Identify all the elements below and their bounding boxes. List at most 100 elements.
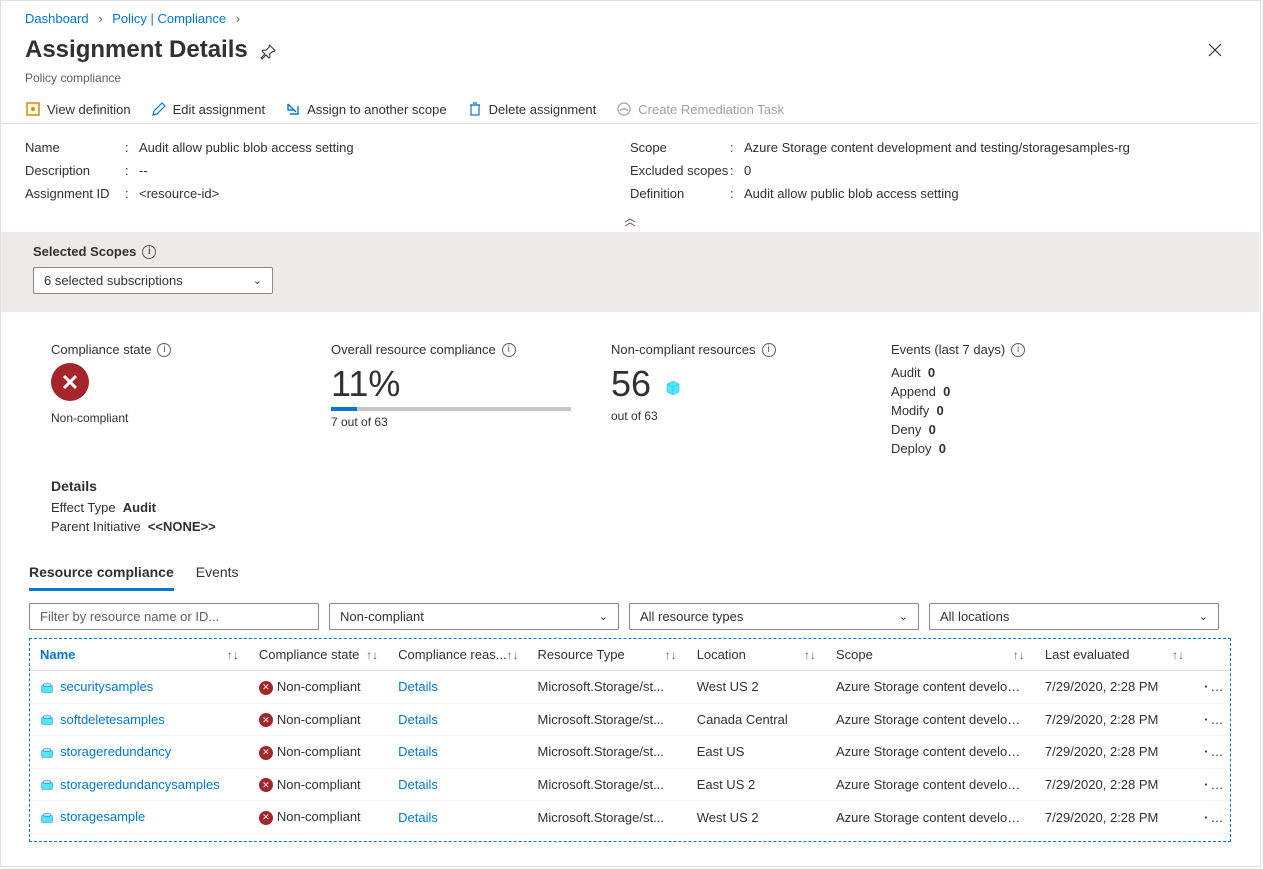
assign-scope-button[interactable]: Assign to another scope: [285, 101, 446, 117]
col-last-evaluated[interactable]: Last evaluated↑↓: [1035, 639, 1194, 670]
properties-grid: Name:Audit allow public blob access sett…: [1, 124, 1259, 213]
page-subtitle: Policy compliance: [1, 71, 1259, 95]
compliance-progress-bar: [331, 407, 571, 411]
label-excluded-scopes: Excluded scopes: [630, 163, 730, 178]
details-link[interactable]: Details: [398, 777, 438, 792]
cell-resource-type: Microsoft.Storage/st...: [527, 769, 686, 800]
col-name[interactable]: Name↑↓: [30, 639, 249, 670]
details-link[interactable]: Details: [398, 679, 438, 694]
value-assignment-id: <resource-id>: [139, 186, 630, 201]
value-scope: Azure Storage content development and te…: [744, 140, 1235, 155]
table-row[interactable]: storageredundancy✕Non-compliantDetailsMi…: [30, 736, 1230, 769]
value-name: Audit allow public blob access setting: [139, 140, 630, 155]
filter-compliance-state[interactable]: Non-compliant⌄: [329, 603, 619, 630]
collapse-toggle[interactable]: [1, 213, 1259, 232]
page-title: Assignment Details: [25, 36, 248, 64]
sort-icon: ↑↓: [227, 648, 239, 662]
row-menu-button[interactable]: ···: [1194, 736, 1230, 767]
details-section: Details Effect Type Audit Parent Initiat…: [1, 468, 1259, 556]
filter-name-input[interactable]: Filter by resource name or ID...: [29, 603, 319, 630]
col-compliance-reason[interactable]: Compliance reas...↑↓: [388, 639, 527, 670]
delete-assignment-button[interactable]: Delete assignment: [467, 101, 597, 117]
create-remediation-button: Create Remediation Task: [616, 101, 784, 117]
storage-icon: [40, 681, 54, 695]
row-menu-button[interactable]: ···: [1194, 671, 1230, 702]
cell-last-evaluated: 7/29/2020, 2:28 PM: [1035, 802, 1194, 833]
col-actions: [1194, 647, 1230, 663]
details-link[interactable]: Details: [398, 712, 438, 727]
non-compliant-sub: out of 63: [611, 409, 871, 423]
storage-icon: [40, 713, 54, 727]
definition-icon: [25, 101, 41, 117]
col-location[interactable]: Location↑↓: [687, 639, 826, 670]
tab-events[interactable]: Events: [196, 556, 239, 591]
filters-row: Filter by resource name or ID... Non-com…: [1, 591, 1259, 638]
table-row[interactable]: storageredundancysamples✕Non-compliantDe…: [30, 769, 1230, 802]
sort-icon: ↑↓: [1013, 648, 1025, 662]
col-compliance-state[interactable]: Compliance state↑↓: [249, 639, 388, 670]
row-menu-button[interactable]: ···: [1194, 704, 1230, 735]
remediation-icon: [616, 101, 632, 117]
cell-location: East US 2: [687, 769, 826, 800]
cell-last-evaluated: 7/29/2020, 2:28 PM: [1035, 736, 1194, 767]
sort-icon: ↑↓: [665, 648, 677, 662]
details-link[interactable]: Details: [398, 744, 438, 759]
resource-link[interactable]: storagesample: [60, 809, 145, 824]
pin-icon[interactable]: [260, 44, 276, 63]
col-scope[interactable]: Scope↑↓: [826, 639, 1035, 670]
cell-scope: Azure Storage content developme...: [826, 671, 1035, 702]
cell-location: West US 2: [687, 671, 826, 702]
info-icon[interactable]: i: [762, 343, 776, 357]
non-compliant-icon: ✕: [259, 713, 273, 727]
row-menu-button[interactable]: ···: [1194, 802, 1230, 833]
non-compliant-icon: ✕: [259, 746, 273, 760]
sort-icon: ↑↓: [366, 648, 378, 662]
info-icon[interactable]: i: [157, 343, 171, 357]
cell-last-evaluated: 7/29/2020, 2:28 PM: [1035, 704, 1194, 735]
label-name: Name: [25, 140, 125, 155]
table-row[interactable]: storagesample✕Non-compliantDetailsMicros…: [30, 801, 1230, 834]
label-description: Description: [25, 163, 125, 178]
label-definition: Definition: [630, 186, 730, 201]
sort-icon: ↑↓: [804, 648, 816, 662]
resource-link[interactable]: storageredundancy: [60, 744, 171, 759]
label-scope: Scope: [630, 140, 730, 155]
pencil-icon: [151, 101, 167, 117]
non-compliant-icon: ✕: [259, 778, 273, 792]
view-definition-button[interactable]: View definition: [25, 101, 131, 117]
resources-table: Name↑↓ Compliance state↑↓ Compliance rea…: [29, 638, 1231, 842]
non-compliant-count: 56: [611, 363, 651, 404]
events-stat: Events (last 7 days)i Audit 0 Append 0 M…: [891, 342, 1025, 458]
close-button[interactable]: [1201, 36, 1229, 67]
row-menu-button[interactable]: ···: [1194, 769, 1230, 800]
compliance-state-value: Non-compliant: [51, 411, 311, 425]
overall-compliance-stat: Overall resource compliancei 11% 7 out o…: [331, 342, 591, 458]
info-icon[interactable]: i: [1011, 343, 1025, 357]
breadcrumb-dashboard[interactable]: Dashboard: [25, 11, 89, 26]
selected-scopes-section: Selected Scopes i 6 selected subscriptio…: [1, 232, 1259, 312]
edit-assignment-button[interactable]: Edit assignment: [151, 101, 266, 117]
resource-link[interactable]: securitysamples: [60, 679, 153, 694]
details-link[interactable]: Details: [398, 810, 438, 825]
info-icon[interactable]: i: [142, 245, 156, 259]
cell-resource-type: Microsoft.Storage/st...: [527, 671, 686, 702]
value-definition: Audit allow public blob access setting: [744, 186, 1235, 201]
table-row[interactable]: securitysamples✕Non-compliantDetailsMicr…: [30, 671, 1230, 704]
storage-icon: [40, 746, 54, 760]
info-icon[interactable]: i: [502, 343, 516, 357]
trash-icon: [467, 101, 483, 117]
breadcrumb-policy-compliance[interactable]: Policy | Compliance: [112, 11, 226, 26]
filter-resource-type[interactable]: All resource types⌄: [629, 603, 919, 630]
table-row[interactable]: softdeletesamples✕Non-compliantDetailsMi…: [30, 704, 1230, 737]
filter-location[interactable]: All locations⌄: [929, 603, 1219, 630]
col-resource-type[interactable]: Resource Type↑↓: [527, 639, 686, 670]
cell-scope: Azure Storage content developme...: [826, 802, 1035, 833]
non-compliant-icon: ✕: [259, 681, 273, 695]
scopes-dropdown[interactable]: 6 selected subscriptions ⌄: [33, 267, 273, 294]
resource-link[interactable]: softdeletesamples: [60, 712, 165, 727]
value-excluded-scopes: 0: [744, 163, 1235, 178]
overall-compliance-sub: 7 out of 63: [331, 415, 591, 429]
compliance-state-stat: Compliance statei Non-compliant: [51, 342, 311, 458]
tab-resource-compliance[interactable]: Resource compliance: [29, 556, 174, 591]
resource-link[interactable]: storageredundancysamples: [60, 777, 220, 792]
